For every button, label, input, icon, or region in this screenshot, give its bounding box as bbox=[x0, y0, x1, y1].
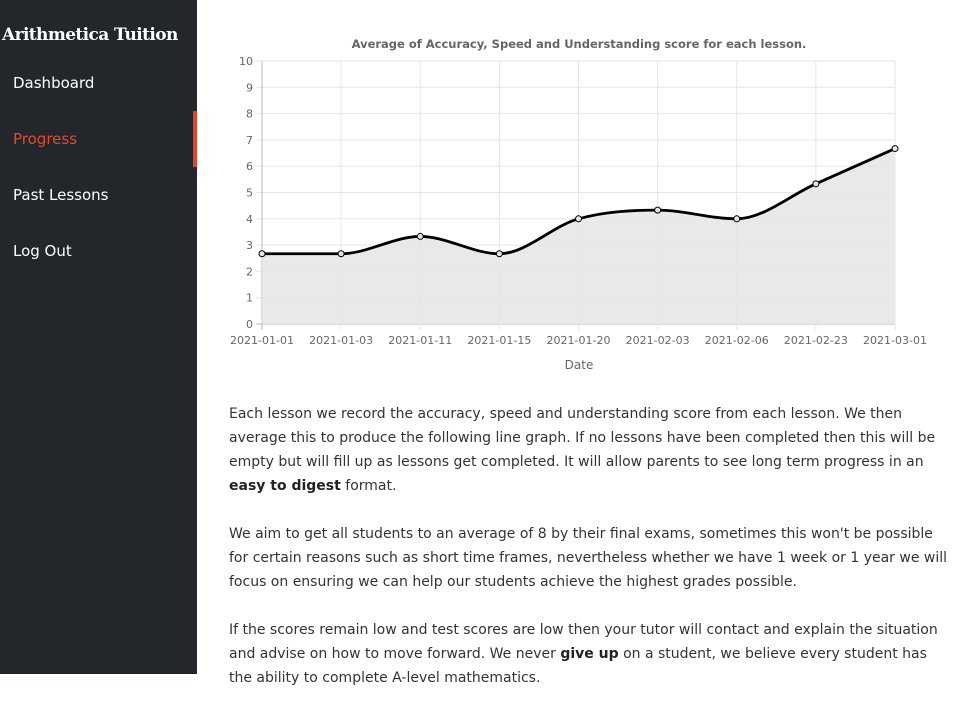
y-tick-label: 9 bbox=[246, 81, 253, 94]
x-tick-label: 2021-01-03 bbox=[309, 334, 373, 347]
y-tick-label: 2 bbox=[246, 265, 253, 278]
description: Each lesson we record the accuracy, spee… bbox=[229, 402, 949, 714]
x-tick-label: 2021-01-01 bbox=[230, 334, 294, 347]
data-point bbox=[733, 215, 741, 223]
p1-bold: easy to digest bbox=[229, 478, 341, 494]
data-point bbox=[891, 145, 899, 153]
sidebar-item-log-out[interactable]: Log Out bbox=[0, 223, 197, 279]
progress-chart: 0 1 2 3 4 5 6 7 8 9 10 2021-01-01 2021-01-03 2021-01-… bbox=[230, 37, 927, 372]
p1-text-a: Each lesson we record the accuracy, spee… bbox=[229, 406, 936, 470]
y-tick-label: 3 bbox=[246, 239, 253, 252]
x-tick-label: 2021-01-11 bbox=[388, 334, 452, 347]
p3-bold: give up bbox=[560, 646, 619, 662]
y-tick-label: 6 bbox=[246, 160, 253, 173]
y-tick-label: 7 bbox=[246, 134, 253, 147]
p1-text-b: format. bbox=[340, 478, 397, 494]
data-point bbox=[258, 250, 266, 258]
paragraph-goal: We aim to get all students to an average… bbox=[229, 526, 948, 590]
data-point bbox=[495, 250, 503, 258]
data-point bbox=[654, 206, 662, 214]
paragraph-progress-explanation: Each lesson we record the accuracy, spee… bbox=[229, 402, 949, 498]
y-tick-label: 4 bbox=[246, 213, 253, 226]
y-tick-label: 1 bbox=[246, 292, 253, 305]
x-axis-label: Date bbox=[565, 358, 594, 372]
x-tick-label: 2021-02-03 bbox=[626, 334, 690, 347]
data-point bbox=[416, 232, 424, 240]
sidebar-item-past-lessons[interactable]: Past Lessons bbox=[0, 167, 197, 223]
sidebar-item-dashboard[interactable]: Dashboard bbox=[0, 55, 197, 111]
x-tick-label: 2021-02-23 bbox=[784, 334, 848, 347]
data-point bbox=[337, 250, 345, 258]
sidebar-item-progress[interactable]: Progress bbox=[0, 111, 197, 167]
x-tick-label: 2021-02-06 bbox=[705, 334, 769, 347]
y-tick-label: 10 bbox=[239, 55, 253, 68]
sidebar: Arithmetica Tuition Dashboard Progress P… bbox=[0, 0, 197, 674]
data-point bbox=[575, 215, 582, 223]
x-tick-label: 2021-03-01 bbox=[863, 334, 927, 347]
y-tick-label: 0 bbox=[246, 318, 253, 331]
data-point bbox=[812, 180, 820, 188]
x-tick-label: 2021-01-15 bbox=[467, 334, 531, 347]
brand-title: Arithmetica Tuition bbox=[2, 25, 178, 45]
x-tick-label: 2021-01-20 bbox=[547, 334, 611, 347]
y-tick-label: 5 bbox=[246, 187, 253, 200]
chart-title: Average of Accuracy, Speed and Understan… bbox=[352, 37, 807, 51]
paragraph-low-scores: If the scores remain low and test scores… bbox=[229, 618, 949, 690]
y-tick-label: 8 bbox=[246, 108, 253, 121]
